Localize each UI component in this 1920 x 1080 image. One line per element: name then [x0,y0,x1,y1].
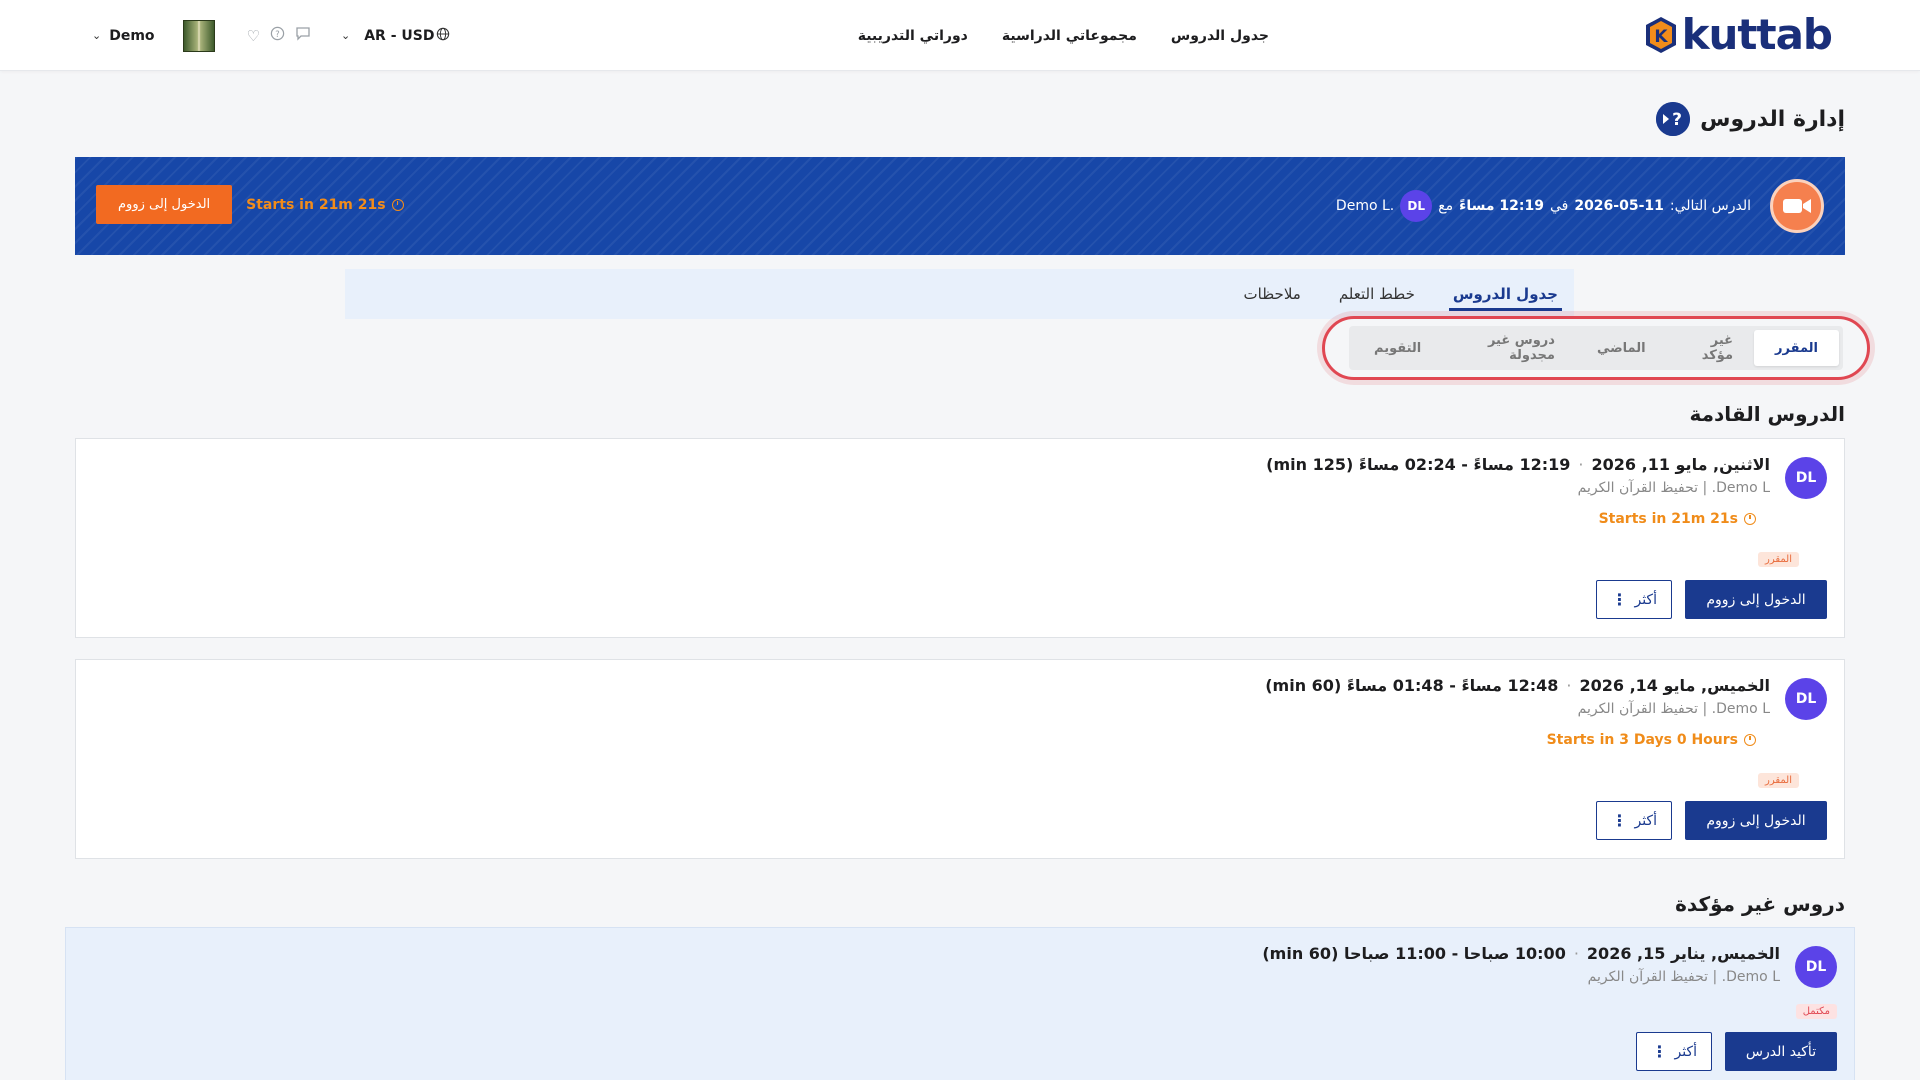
teacher-avatar: DL [1795,946,1837,988]
header-icons: ♡ ? [247,26,311,45]
join-zoom-button[interactable]: الدخول إلى زووم [1685,801,1827,840]
main-nav: جدول الدروس مجموعاتي الدراسية دوراتي الت… [858,0,1269,71]
lesson-date: الخميس, يناير 15, 2026 [1586,944,1780,963]
lesson-datetime: الخميس, يناير 15, 2026·10:00 صباحا - 11:… [1262,944,1780,963]
next-lesson-info: الدرس التالي: 2026-05-11 في 12:19 مساءً … [1336,157,1751,255]
subtab-calendar[interactable]: التقويم [1353,330,1442,366]
globe-icon [436,26,450,45]
countdown-text: Starts in 21m 21s [1598,511,1738,527]
more-label: أكثر [1634,812,1657,829]
heart-icon[interactable]: ♡ [247,27,260,45]
page-title-row: إدارة الدروس ? [1656,102,1845,136]
lesson-datetime: الاثنين, مايو 11, 2026·12:19 مساءً - 02:… [1266,455,1770,474]
unconfirmed-section-title: دروس غير مؤكدة [1675,892,1845,916]
lesson-subtitle: Demo L. | تحفيظ القرآن الكريم [1577,701,1770,717]
subtab-scheduled[interactable]: المقرر [1754,330,1839,366]
lesson-time: 10:00 صباحا - 11:00 صباحا (60 min) [1262,944,1566,963]
header-utilities: ⌄ Demo ♡ ? ⌄ AR - USD [92,0,450,71]
language-currency-selector[interactable]: ⌄ AR - USD [341,26,450,45]
lesson-datetime: الخميس, مايو 14, 2026·12:48 مساءً - 01:4… [1265,676,1770,695]
join-zoom-button[interactable]: الدخول إلى زووم [1685,580,1827,619]
lesson-date: الخميس, مايو 14, 2026 [1579,676,1770,695]
chat-icon[interactable] [295,26,311,45]
teacher-avatar: DL [1785,678,1827,720]
language-currency-label: AR - USD [364,27,435,44]
next-lesson-label: الدرس التالي: [1669,198,1751,214]
next-lesson-date: 2026-05-11 [1574,198,1664,214]
next-lesson-at: في [1549,198,1569,214]
confirm-lesson-button[interactable]: تأكيد الدرس [1725,1032,1837,1071]
subtab-unscheduled[interactable]: دروس غير مجدولة [1442,330,1576,366]
nav-study-groups[interactable]: مجموعاتي الدراسية [1002,28,1137,44]
teacher-name: Demo L. [1335,198,1395,214]
more-vertical-icon: ⋮ [1611,590,1627,609]
clock-icon [1744,734,1756,746]
lesson-subtitle: Demo L. | تحفيظ القرآن الكريم [1577,480,1770,496]
teacher-avatar: DL [1400,190,1433,222]
join-zoom-button[interactable]: الدخول إلى زووم [96,185,233,224]
help-circle-icon[interactable]: ? [270,26,285,45]
svg-text:K: K [1654,27,1668,47]
next-lesson-banner: الدرس التالي: 2026-05-11 في 12:19 مساءً … [75,157,1845,255]
tab-lessons-schedule[interactable]: جدول الدروس [1448,269,1563,319]
countdown: Starts in 21m 21s [246,196,404,213]
chevron-down-icon: ⌄ [341,29,351,42]
video-camera-icon [1770,179,1824,233]
more-vertical-icon: ⋮ [1611,811,1627,830]
svg-text:?: ? [1672,110,1682,130]
more-button[interactable]: أكثر ⋮ [1596,580,1672,619]
video-help-icon[interactable]: ? [1656,102,1691,136]
nav-training-courses[interactable]: دوراتي التدريبية [858,28,968,44]
logo-k-icon: K [1642,15,1680,55]
status-badge: مكتمل [1795,1004,1837,1019]
page-title: إدارة الدروس [1700,106,1845,132]
brand-logo[interactable]: K kuttab [1642,10,1833,59]
countdown-text: Starts in 3 Days 0 Hours [1546,732,1738,748]
main-tabs: جدول الدروس خطط التعلم ملاحظات [345,269,1574,319]
teacher-avatar: DL [1785,457,1827,499]
more-label: أكثر [1674,1043,1697,1060]
clock-icon [391,198,404,211]
banner-actions: الدخول إلى زووم Starts in 21m 21s [96,185,404,224]
lesson-time: 12:19 مساءً - 02:24 مساءً (125 min) [1266,455,1571,474]
svg-text:?: ? [275,29,279,39]
tab-learning-plans[interactable]: خطط التعلم [1335,269,1419,319]
lesson-date: الاثنين, مايو 11, 2026 [1591,455,1771,474]
chevron-down-icon: ⌄ [92,29,102,42]
brand-name: kuttab [1681,10,1833,59]
lesson-card: DL الخميس, يناير 15, 2026·10:00 صباحا - … [65,927,1855,1080]
top-header: K kuttab جدول الدروس مجموعاتي الدراسية د… [0,0,1920,71]
lesson-details: الخميس, يناير 15, 2026·10:00 صباحا - 11:… [1262,944,1780,985]
user-menu[interactable]: ⌄ Demo [92,19,215,52]
lesson-countdown: Starts in 3 Days 0 Hours [1547,732,1756,748]
next-lesson-with: مع [1438,198,1454,214]
lesson-subtitle: Demo L. | تحفيظ القرآن الكريم [1587,969,1780,985]
countdown-text: Starts in 21m 21s [246,196,386,213]
status-badge: المقرر [1757,773,1799,788]
subtab-past[interactable]: الماضي [1576,330,1667,366]
upcoming-section-title: الدروس القادمة [1689,402,1845,426]
lesson-filter-tabs: المقرر غير مؤكد الماضي دروس غير مجدولة ا… [1349,326,1843,370]
more-button[interactable]: أكثر ⋮ [1596,801,1672,840]
status-badge: المقرر [1757,552,1799,567]
user-avatar [182,19,215,52]
lesson-details: الخميس, مايو 14, 2026·12:48 مساءً - 01:4… [1265,676,1770,717]
lesson-countdown: Starts in 21m 21s [1599,511,1756,527]
lesson-card: DL الاثنين, مايو 11, 2026·12:19 مساءً - … [75,438,1845,638]
subtab-unconfirmed[interactable]: غير مؤكد [1667,330,1754,366]
tab-notes[interactable]: ملاحظات [1240,269,1305,319]
more-label: أكثر [1634,591,1657,608]
clock-icon [1744,513,1756,525]
more-button[interactable]: أكثر ⋮ [1636,1032,1712,1071]
lesson-card: DL الخميس, مايو 14, 2026·12:48 مساءً - 0… [75,659,1845,859]
next-lesson-time: 12:19 مساءً [1459,198,1544,214]
lesson-time: 12:48 مساءً - 01:48 مساءً (60 min) [1265,676,1559,695]
user-name: Demo [109,27,155,44]
more-vertical-icon: ⋮ [1651,1042,1667,1061]
nav-lessons-schedule[interactable]: جدول الدروس [1171,28,1269,44]
lesson-details: الاثنين, مايو 11, 2026·12:19 مساءً - 02:… [1266,455,1770,496]
